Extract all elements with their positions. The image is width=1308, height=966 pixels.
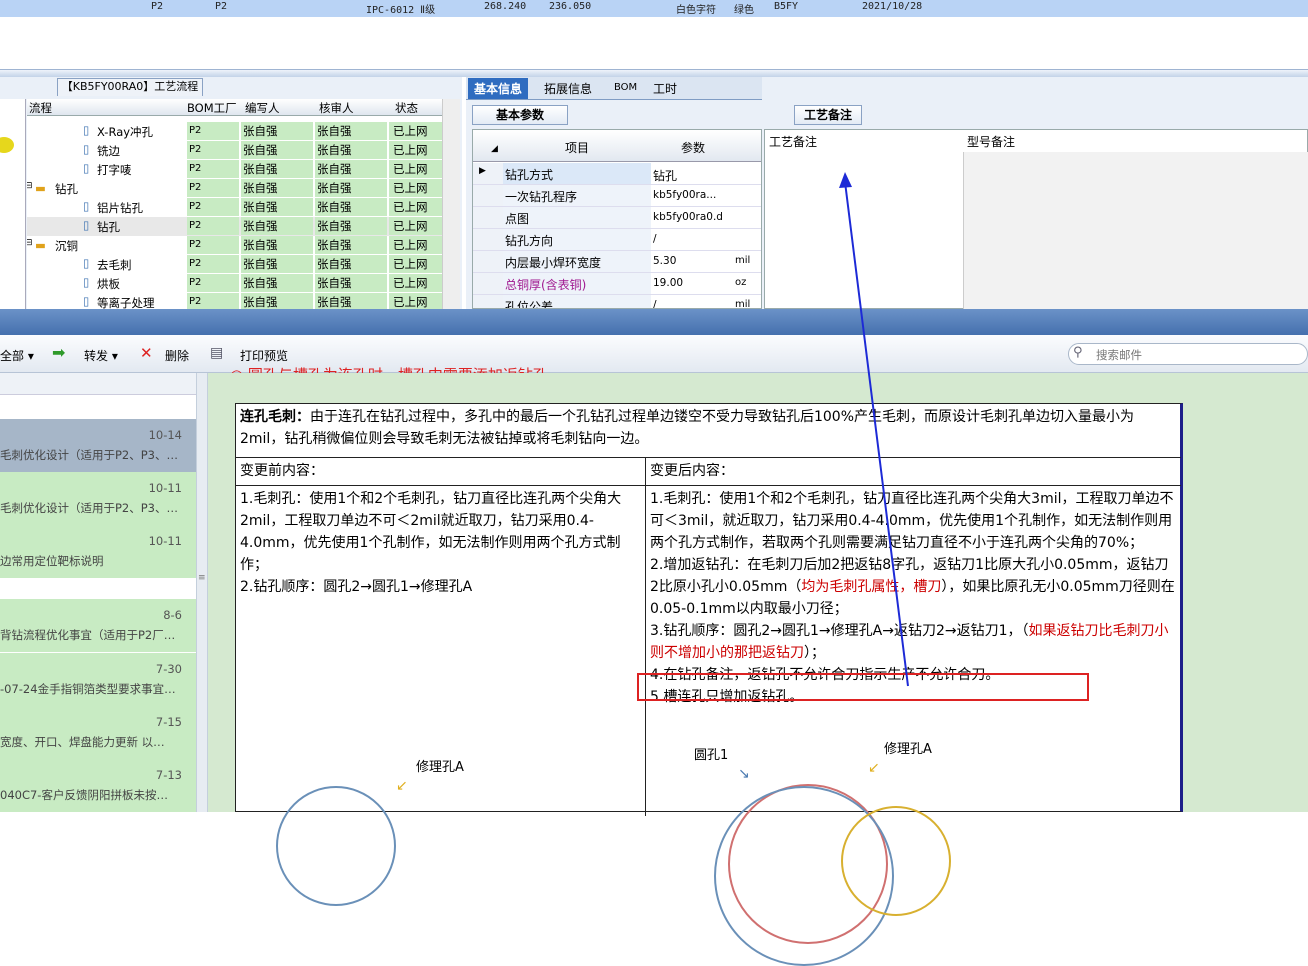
hole-circle: [841, 806, 951, 916]
annotation-arrow: [839, 172, 909, 687]
